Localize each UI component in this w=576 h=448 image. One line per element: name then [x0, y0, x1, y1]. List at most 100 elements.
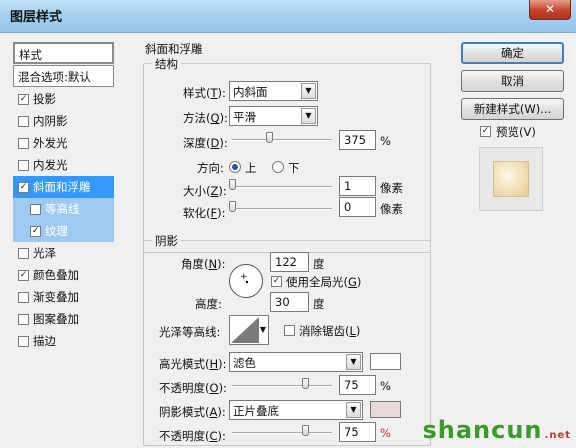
- new-style-button[interactable]: 新建样式(W)...: [461, 98, 564, 120]
- depth-slider-thumb[interactable]: [266, 132, 273, 143]
- soften-slider[interactable]: [232, 208, 332, 210]
- direction-down-radio[interactable]: [272, 161, 284, 173]
- style-checkbox[interactable]: ✓: [18, 269, 29, 281]
- direction-down-label: 下: [288, 161, 300, 175]
- style-item-label: 渐变叠加: [33, 290, 79, 304]
- style-checkbox[interactable]: [18, 313, 29, 325]
- depth-label: 深度(D):: [183, 136, 228, 150]
- soften-label: 软化(F):: [183, 206, 226, 220]
- style-list-item[interactable]: 渐变叠加: [13, 286, 114, 308]
- style-checkbox[interactable]: [18, 137, 29, 149]
- depth-input[interactable]: 375: [339, 130, 376, 150]
- style-item-label: 描边: [33, 334, 56, 348]
- highlight-color-swatch[interactable]: [370, 353, 401, 370]
- depth-unit: %: [380, 134, 391, 148]
- style-list-item[interactable]: 描边: [13, 330, 114, 352]
- chevron-down-icon: ▼: [346, 354, 361, 370]
- style-item-label: 内阴影: [33, 114, 68, 128]
- chevron-down-icon: ▼: [301, 108, 316, 124]
- style-checkbox[interactable]: [18, 247, 29, 259]
- style-item-label: 等高线: [45, 202, 80, 216]
- anti-alias-label: 消除锯齿(L): [299, 324, 361, 338]
- size-slider-thumb[interactable]: [229, 179, 236, 190]
- style-list-item[interactable]: 外发光: [13, 132, 114, 154]
- highlight-mode-select[interactable]: 滤色 ▼: [229, 352, 363, 372]
- cancel-button[interactable]: 取消: [461, 70, 564, 92]
- style-checkbox[interactable]: [18, 291, 29, 303]
- shadow-opacity-slider[interactable]: [232, 432, 332, 434]
- style-checkbox[interactable]: [18, 159, 29, 171]
- global-light-checkbox[interactable]: ✓: [271, 276, 282, 287]
- style-item-label: 光泽: [33, 246, 56, 260]
- highlight-opacity-unit: %: [380, 379, 391, 393]
- size-input[interactable]: 1: [339, 176, 376, 196]
- blending-options[interactable]: 混合选项:默认: [13, 65, 114, 87]
- styles-header[interactable]: 样式: [13, 42, 114, 64]
- altitude-label: 高度:: [195, 297, 222, 311]
- style-list-item[interactable]: 图案叠加: [13, 308, 114, 330]
- style-item-label: 内发光: [33, 158, 68, 172]
- anti-alias-checkbox[interactable]: [284, 325, 295, 336]
- style-list-item[interactable]: 光泽: [13, 242, 114, 264]
- style-preview: [479, 147, 543, 211]
- direction-up-label: 上: [245, 161, 257, 175]
- highlight-opacity-thumb[interactable]: [302, 378, 309, 389]
- style-checkbox[interactable]: ✓: [30, 225, 41, 237]
- style-list-item[interactable]: ✓ 纹理: [13, 220, 114, 242]
- bevel-emboss-title: 斜面和浮雕: [145, 42, 203, 56]
- soften-input[interactable]: 0: [339, 197, 376, 217]
- soften-slider-thumb[interactable]: [229, 201, 236, 212]
- style-item-label: 投影: [33, 92, 56, 106]
- angle-dot: [246, 281, 248, 283]
- style-list-item[interactable]: ✓ 投影: [13, 88, 114, 110]
- shadow-opacity-thumb[interactable]: [302, 425, 309, 436]
- gloss-contour-picker[interactable]: ▼: [229, 315, 269, 345]
- angle-dial[interactable]: +: [229, 264, 263, 298]
- close-button[interactable]: ✕: [529, 0, 571, 20]
- dialog-client: 样式 混合选项:默认 ✓ 投影 内阴影 外发光 内发光 ✓ 斜面和浮雕 等高线 ✓ 纹理 光泽 ✓ 颜色…: [0, 33, 576, 448]
- highlight-mode-value: 滤色: [233, 356, 256, 370]
- preview-label: 预览(V): [496, 125, 536, 139]
- shadow-mode-select[interactable]: 正片叠底 ▼: [229, 400, 363, 420]
- depth-slider[interactable]: [232, 139, 332, 141]
- shading-legend: 阴影: [152, 233, 181, 249]
- style-list-item[interactable]: 内发光: [13, 154, 114, 176]
- angle-label: 角度(N):: [181, 257, 226, 271]
- window-title: 图层样式: [10, 10, 63, 25]
- size-slider[interactable]: [232, 186, 332, 188]
- style-list-item[interactable]: 等高线: [13, 198, 114, 220]
- gloss-contour-label: 光泽等高线:: [159, 325, 221, 339]
- highlight-opacity-input[interactable]: 75: [339, 375, 376, 395]
- highlight-opacity-label: 不透明度(O):: [159, 381, 227, 395]
- size-unit: 像素: [380, 181, 403, 195]
- shadow-mode-label: 阴影模式(A):: [159, 405, 226, 419]
- shadow-mode-value: 正片叠底: [233, 404, 279, 418]
- style-checkbox[interactable]: [30, 203, 41, 215]
- altitude-input[interactable]: 30: [270, 292, 309, 312]
- style-list: 样式 混合选项:默认 ✓ 投影内阴影外发光内发光 ✓ 斜面和浮雕等高线 ✓ 纹理光泽 ✓ 颜色…: [13, 42, 114, 362]
- technique-select[interactable]: 平滑 ▼: [229, 106, 318, 126]
- style-checkbox[interactable]: ✓: [18, 181, 29, 193]
- style-select[interactable]: 内斜面 ▼: [229, 81, 318, 101]
- direction-label: 方向:: [197, 161, 224, 175]
- direction-up-radio[interactable]: [229, 161, 241, 173]
- style-checkbox[interactable]: [18, 335, 29, 347]
- shadow-opacity-input[interactable]: 75: [339, 422, 376, 442]
- style-list-item[interactable]: ✓ 斜面和浮雕: [13, 176, 114, 198]
- style-list-item[interactable]: 内阴影: [13, 110, 114, 132]
- preview-checkbox[interactable]: ✓: [480, 126, 491, 137]
- size-label: 大小(Z):: [183, 184, 227, 198]
- watermark-logo: shancun .net: [422, 416, 571, 444]
- style-list-item[interactable]: ✓ 颜色叠加: [13, 264, 114, 286]
- shadow-color-swatch[interactable]: [370, 401, 401, 418]
- angle-input[interactable]: 122: [270, 252, 309, 272]
- style-checkbox[interactable]: ✓: [18, 93, 29, 105]
- highlight-opacity-slider[interactable]: [232, 385, 332, 387]
- ok-button[interactable]: 确定: [461, 42, 564, 64]
- technique-label: 方法(Q):: [183, 111, 228, 125]
- structure-legend: 结构: [152, 56, 181, 72]
- angle-unit: 度: [313, 257, 325, 271]
- highlight-mode-label: 高光模式(H):: [159, 357, 227, 371]
- style-checkbox[interactable]: [18, 115, 29, 127]
- soften-unit: 像素: [380, 202, 403, 216]
